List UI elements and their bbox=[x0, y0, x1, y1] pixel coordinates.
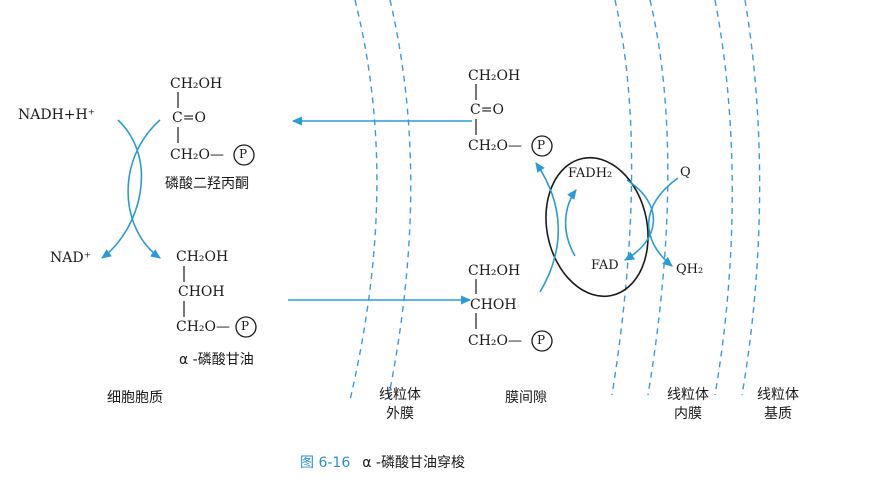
matrix-boundary-line-1 bbox=[714, 0, 733, 396]
diagram-svg bbox=[101, 0, 761, 401]
g3p-name-label: α -磷酸甘油 bbox=[179, 352, 254, 368]
region-label-matrix-line1: 线粒体 bbox=[757, 387, 799, 403]
region-label-outer-membrane-line1: 线粒体 bbox=[379, 387, 421, 403]
phosphate-label: P bbox=[239, 147, 248, 161]
figure-number: 图 6-16 bbox=[300, 455, 351, 471]
dhap-ch2o-ims: CH₂O— bbox=[468, 138, 523, 154]
region-label-outer-membrane-line2: 外膜 bbox=[386, 406, 414, 422]
region-label-intermembrane-space: 膜间隙 bbox=[505, 390, 547, 406]
region-label-matrix: 线粒体 基质 bbox=[750, 386, 806, 424]
region-label-inner-membrane-line2: 内膜 bbox=[674, 406, 702, 422]
g3p-ch2o-ims: CH₂O— bbox=[468, 333, 523, 349]
nad-label: NAD⁺ bbox=[50, 250, 91, 266]
region-label-cytosol: 细胞胞质 bbox=[107, 390, 163, 406]
g3p-ch2oh-cytosol: CH₂OH bbox=[176, 249, 229, 265]
dhap-ch2oh-ims: CH₂OH bbox=[468, 68, 521, 84]
fad-label: FAD bbox=[591, 258, 619, 273]
dhap-carbonyl-ims: C=O bbox=[470, 102, 504, 118]
dhap-ch2o-cytosol: CH₂O— bbox=[170, 147, 225, 163]
region-label-inner-membrane-line1: 线粒体 bbox=[667, 387, 709, 403]
g3p-choh-cytosol: CHOH bbox=[178, 284, 225, 300]
region-label-inner-membrane: 线粒体 内膜 bbox=[660, 386, 716, 424]
q-label: Q bbox=[680, 165, 691, 180]
region-label-matrix-line2: 基质 bbox=[764, 406, 792, 422]
g3p-choh-ims: CHOH bbox=[470, 297, 517, 313]
inner-membrane-line-1 bbox=[611, 0, 633, 396]
figure-title: α -磷酸甘油穿梭 bbox=[362, 455, 465, 471]
phosphate-label: P bbox=[241, 319, 250, 333]
g3p-ch2o-cytosol: CH₂O— bbox=[176, 319, 231, 335]
qh2-label: QH₂ bbox=[676, 262, 704, 277]
dhap-carbonyl-cytosol: C=O bbox=[172, 110, 206, 126]
phosphate-label: P bbox=[537, 138, 546, 152]
dhap-ch2oh-cytosol: CH₂OH bbox=[170, 76, 223, 92]
region-label-outer-membrane: 线粒体 外膜 bbox=[372, 386, 428, 424]
fadh2-label: FADH₂ bbox=[568, 166, 613, 181]
phosphate-label: P bbox=[537, 333, 546, 347]
arc-fad-to-fadh2 bbox=[564, 189, 577, 257]
outer-membrane-line-2 bbox=[387, 0, 412, 401]
outer-membrane-line-1 bbox=[349, 0, 378, 401]
arc-nadh-to-nad bbox=[101, 119, 143, 259]
figure-caption: 图 6-16 α -磷酸甘油穿梭 bbox=[300, 452, 465, 472]
diagram-canvas: CH₂OH C=O CH₂O— P 磷酸二羟丙酮 CH₂OH CHOH CH₂O… bbox=[0, 0, 871, 484]
dhap-name-label: 磷酸二羟丙酮 bbox=[165, 176, 249, 192]
matrix-boundary-line-2 bbox=[741, 0, 761, 396]
g3p-ch2oh-ims: CH₂OH bbox=[468, 263, 521, 279]
nadh-label: NADH+H⁺ bbox=[18, 107, 96, 123]
